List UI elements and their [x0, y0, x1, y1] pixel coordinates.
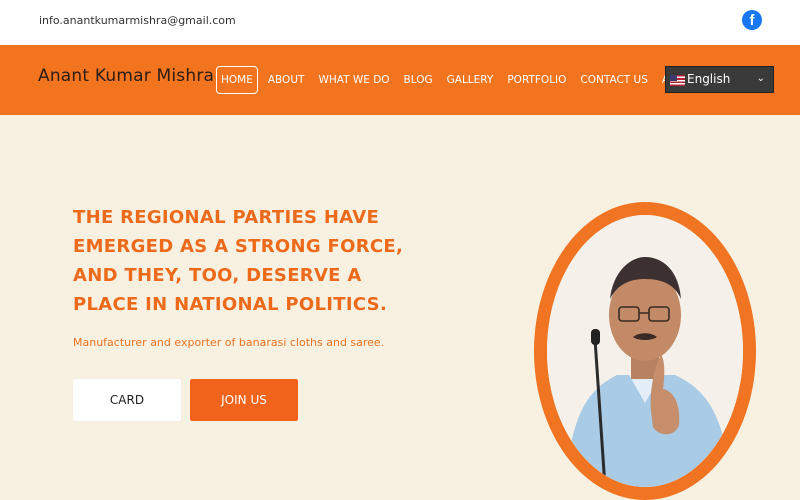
language-selector[interactable]: English ⌄	[665, 66, 774, 93]
nav-menu: HOME ABOUT WHAT WE DO BLOG GALLERY PORTF…	[216, 66, 704, 94]
contact-email[interactable]: info.anantkumarmishra@gmail.com	[39, 14, 236, 27]
portrait-image	[547, 215, 743, 487]
portrait-frame	[534, 202, 756, 500]
nav-item-blog[interactable]: BLOG	[397, 67, 440, 93]
chevron-down-icon: ⌄	[756, 73, 765, 84]
nav-item-what-we-do[interactable]: WHAT WE DO	[311, 67, 396, 93]
hero-subtitle: Manufacturer and exporter of banarasi cl…	[73, 336, 385, 349]
nav-item-about[interactable]: ABOUT	[261, 67, 312, 93]
card-button[interactable]: CARD	[73, 379, 181, 421]
facebook-icon[interactable]: f	[742, 10, 762, 30]
us-flag-icon	[670, 75, 685, 86]
language-label: English	[687, 72, 731, 86]
nav-item-gallery[interactable]: GALLERY	[440, 67, 501, 93]
join-us-button[interactable]: JOIN US	[190, 379, 298, 421]
nav-item-home[interactable]: HOME	[216, 66, 258, 94]
nav-item-portfolio[interactable]: PORTFOLIO	[500, 67, 573, 93]
site-brand[interactable]: Anant Kumar Mishra	[38, 66, 214, 86]
nav-item-contact-us[interactable]: CONTACT US	[573, 67, 654, 93]
hero-headline: THE REGIONAL PARTIES HAVE EMERGED AS A S…	[73, 207, 404, 315]
top-bar: info.anantkumarmishra@gmail.com f	[0, 0, 800, 45]
